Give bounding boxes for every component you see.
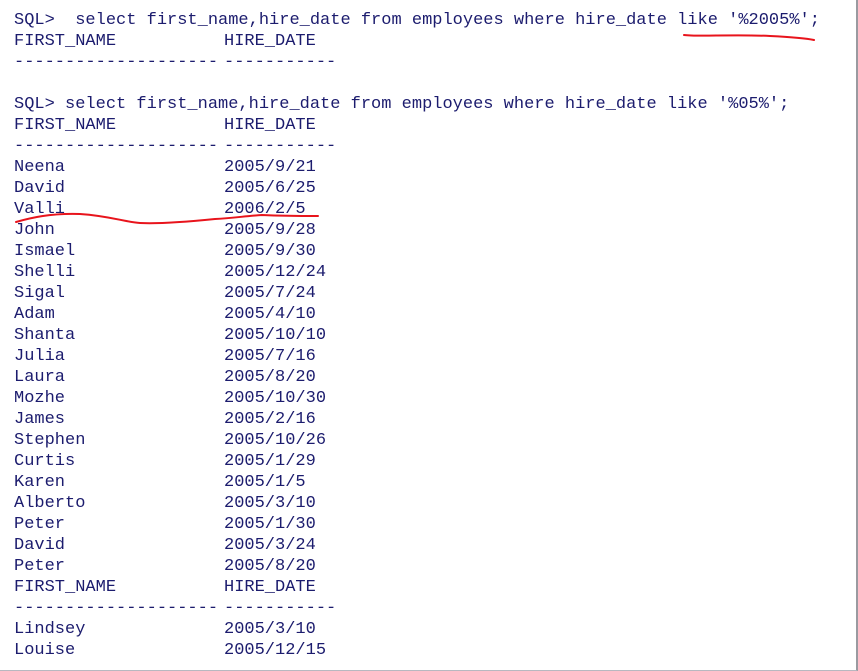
sqlplus-console[interactable]: SQL> select first_name,hire_date from em… <box>0 0 858 671</box>
annotation-underline-valli-row <box>15 212 319 225</box>
annotation-layer <box>15 34 815 225</box>
annotation-underline-like-clause <box>683 34 815 41</box>
